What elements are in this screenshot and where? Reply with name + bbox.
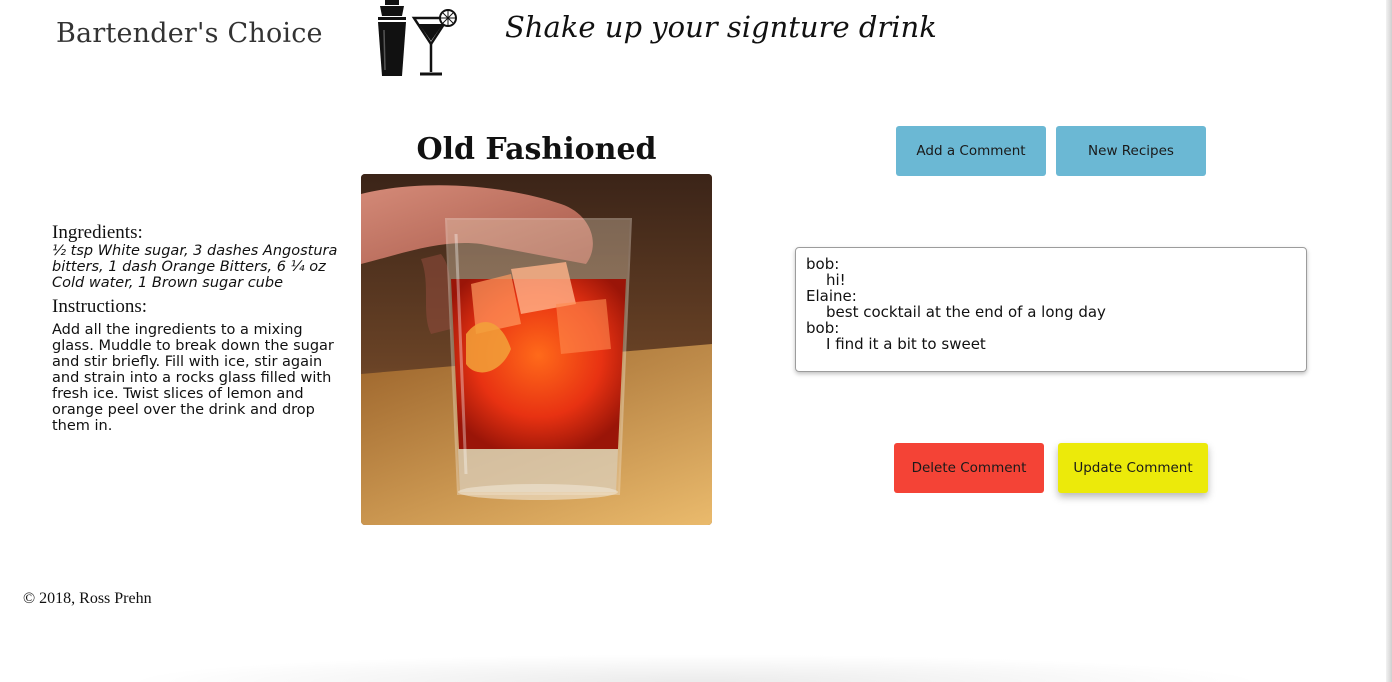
old-fashioned-cocktail-photo xyxy=(361,174,712,525)
comment-user: bob: xyxy=(806,255,840,273)
recipe-info: Ingredients: ½ tsp White sugar, 3 dashes… xyxy=(52,222,342,435)
comment-text: best cocktail at the end of a long day xyxy=(826,303,1106,321)
drink-title: Old Fashioned xyxy=(416,132,657,167)
delete-comment-button[interactable]: Delete Comment xyxy=(894,443,1044,493)
ingredients-text: ½ tsp White sugar, 3 dashes Angostura bi… xyxy=(52,243,338,291)
new-recipes-button[interactable]: New Recipes xyxy=(1056,126,1206,176)
instructions-heading: Instructions: xyxy=(52,296,147,317)
tagline: Shake up your signture drink xyxy=(505,10,937,44)
page-scroll-edge xyxy=(1386,0,1392,682)
comment-text: hi! xyxy=(826,271,846,289)
comment-user: bob: xyxy=(806,319,840,337)
comment-text: I find it a bit to sweet xyxy=(826,335,986,353)
bottom-shadow xyxy=(120,654,1270,682)
update-comment-button[interactable]: Update Comment xyxy=(1058,443,1208,493)
ingredients-heading: Ingredients: xyxy=(52,222,143,243)
shaker-and-martini-glass-icon xyxy=(372,0,460,80)
comment-user: Elaine: xyxy=(806,287,857,305)
footer-copyright: © 2018, Ross Prehn xyxy=(23,590,152,607)
brand-title: Bartender's Choice xyxy=(56,18,323,49)
add-comment-button[interactable]: Add a Comment xyxy=(896,126,1046,176)
instructions-text: Add all the ingredients to a mixing glas… xyxy=(52,322,334,434)
comments-box[interactable]: bob: hi! Elaine: best cocktail at the en… xyxy=(795,247,1307,372)
